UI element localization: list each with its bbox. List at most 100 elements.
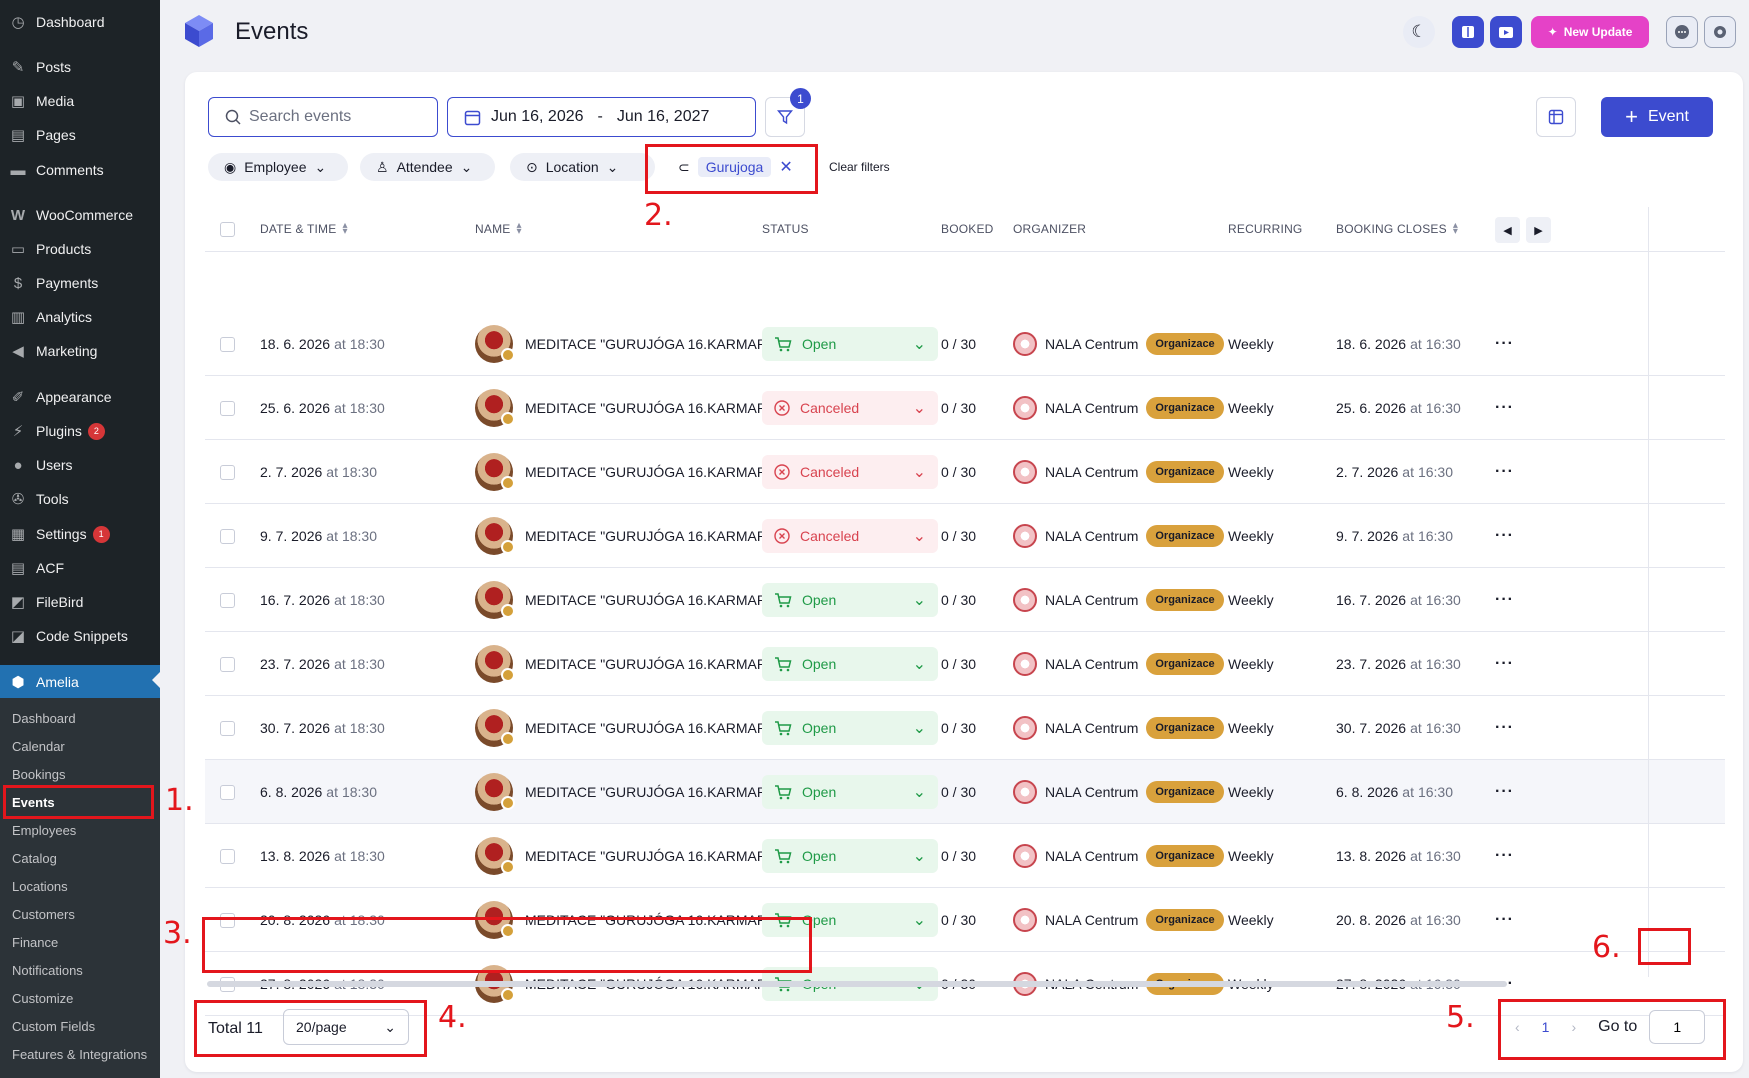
date-to[interactable]: Jun 16, 2027 (617, 108, 710, 126)
wp-menu-analytics[interactable]: ▥ Analytics (0, 302, 160, 332)
submenu-finance[interactable]: Finance (12, 935, 58, 950)
more-options-icon[interactable]: ··· (1495, 824, 1514, 888)
row-checkbox[interactable] (220, 312, 235, 376)
wp-menu-marketing[interactable]: ◀ Marketing (0, 336, 160, 366)
location-filter[interactable]: ⊙ Location ⌄ (510, 153, 655, 181)
table-row[interactable]: 16. 7. 2026 at 18:30 MEDITACE "GURUJÓGA 16.… (205, 568, 1725, 632)
status-dropdown[interactable]: Open⌄ (762, 647, 938, 681)
row-status[interactable]: Open⌄ (762, 760, 938, 824)
table-row[interactable]: 25. 6. 2026 at 18:30 MEDITACE "GURUJÓGA 16.… (205, 376, 1725, 440)
more-options-icon[interactable]: ··· (1495, 504, 1514, 568)
row-status[interactable]: Open⌄ (762, 312, 938, 376)
row-checkbox[interactable] (220, 568, 235, 632)
wp-menu-settings[interactable]: ▦ Settings 1 (0, 519, 160, 549)
wp-menu-code-snippets[interactable]: ◪ Code Snippets (0, 621, 160, 651)
wp-menu-filebird[interactable]: ◩ FileBird (0, 587, 160, 617)
employee-filter[interactable]: ◉ Employee ⌄ (208, 153, 348, 181)
wp-menu-dashboard[interactable]: ◷ Dashboard (0, 7, 160, 37)
row-checkbox[interactable] (220, 760, 235, 824)
attendee-filter[interactable]: ♙ Attendee ⌄ (360, 153, 495, 181)
submenu-bookings[interactable]: Bookings (12, 767, 65, 782)
wp-menu-plugins[interactable]: ⚡ Plugins 2 (0, 416, 160, 446)
row-checkbox[interactable] (220, 696, 235, 760)
scroll-right-arrow-icon[interactable]: ▶ (1526, 217, 1551, 243)
moon-icon[interactable]: ☾ (1403, 16, 1435, 48)
status-dropdown[interactable]: Open⌄ (762, 839, 938, 873)
chat-icon[interactable] (1666, 16, 1698, 48)
wp-menu-appearance[interactable]: ✐ Appearance (0, 382, 160, 412)
table-row[interactable]: 18. 6. 2026 at 18:30 MEDITACE "GURUJÓGA 16.… (205, 312, 1725, 376)
row-name[interactable]: MEDITACE "GURUJÓGA 16.KARMAPY" (475, 440, 781, 504)
row-name[interactable]: MEDITACE "GURUJÓGA 16.KARMAPY" (475, 376, 781, 440)
status-dropdown[interactable]: Canceled ⌄ (762, 391, 938, 425)
scroll-left-arrow-icon[interactable]: ◀ (1495, 217, 1520, 243)
table-columns-button[interactable] (1536, 97, 1576, 137)
status-dropdown[interactable]: Open⌄ (762, 711, 938, 745)
submenu-calendar[interactable]: Calendar (12, 739, 65, 754)
status-dropdown[interactable]: Open⌄ (762, 775, 938, 809)
row-status[interactable]: Open⌄ (762, 632, 938, 696)
row-name[interactable]: MEDITACE "GURUJÓGA 16.KARMAPY" (475, 568, 781, 632)
search-field[interactable] (208, 97, 438, 137)
submenu-notifications[interactable]: Notifications (12, 963, 83, 978)
row-checkbox[interactable] (220, 440, 235, 504)
row-checkbox[interactable] (220, 632, 235, 696)
status-dropdown[interactable]: Canceled ⌄ (762, 455, 938, 489)
row-status[interactable]: Open⌄ (762, 696, 938, 760)
more-options-icon[interactable]: ··· (1495, 312, 1514, 376)
column-name[interactable]: NAME ▴ ▾ (475, 207, 522, 251)
submenu-custom-fields[interactable]: Custom Fields (12, 1019, 95, 1034)
table-row[interactable]: 6. 8. 2026 at 18:30 MEDITACE "GURUJÓGA 16.K… (205, 760, 1725, 824)
row-status[interactable]: Canceled ⌄ (762, 504, 938, 568)
video-icon[interactable] (1490, 16, 1522, 48)
wp-menu-comments[interactable]: ▬ Comments (0, 155, 160, 185)
more-options-icon[interactable]: ··· (1495, 696, 1514, 760)
submenu-employees[interactable]: Employees (12, 823, 76, 838)
status-dropdown[interactable]: Canceled ⌄ (762, 519, 938, 553)
table-row[interactable]: 9. 7. 2026 at 18:30 MEDITACE "GURUJÓGA 16.K… (205, 504, 1725, 568)
submenu-catalog[interactable]: Catalog (12, 851, 57, 866)
more-options-icon[interactable]: ··· (1495, 888, 1514, 952)
more-options-icon[interactable]: ··· (1495, 376, 1514, 440)
select-all-checkbox[interactable] (220, 207, 235, 251)
submenu-customize[interactable]: Customize (12, 991, 73, 1006)
horizontal-scrollbar[interactable] (207, 981, 1507, 987)
wp-menu-products[interactable]: ▭ Products (0, 234, 160, 264)
table-row[interactable]: 2. 7. 2026 at 18:30 MEDITACE "GURUJÓGA 16.K… (205, 440, 1725, 504)
wp-menu-media[interactable]: ▣ Media (0, 86, 160, 116)
row-status[interactable]: Open⌄ (762, 824, 938, 888)
add-event-button[interactable]: + Event (1601, 97, 1713, 137)
date-range-picker[interactable]: Jun 16, 2026 - Jun 16, 2027 (447, 97, 756, 137)
clear-filters-link[interactable]: Clear filters (829, 160, 890, 174)
submenu-dashboard[interactable]: Dashboard (12, 711, 76, 726)
column-date-time[interactable]: DATE & TIME ▴ ▾ (260, 207, 348, 251)
row-status[interactable]: Open⌄ (762, 568, 938, 632)
wp-menu-acf[interactable]: ▤ ACF (0, 553, 160, 583)
row-status[interactable]: Canceled ⌄ (762, 440, 938, 504)
row-checkbox[interactable] (220, 504, 235, 568)
more-options-icon[interactable]: ··· (1495, 568, 1514, 632)
gear-icon[interactable] (1704, 16, 1736, 48)
submenu-locations[interactable]: Locations (12, 879, 68, 894)
date-from[interactable]: Jun 16, 2026 (491, 108, 584, 126)
table-row[interactable]: 13. 8. 2026 at 18:30 MEDITACE "GURUJÓGA 16.… (205, 824, 1725, 888)
search-input[interactable] (249, 108, 429, 126)
book-icon[interactable] (1452, 16, 1484, 48)
table-row[interactable]: 30. 7. 2026 at 18:30 MEDITACE "GURUJÓGA 16.… (205, 696, 1725, 760)
more-options-icon[interactable]: ··· (1495, 440, 1514, 504)
row-name[interactable]: MEDITACE "GURUJÓGA 16.KARMAPY" (475, 312, 781, 376)
status-dropdown[interactable]: Open⌄ (762, 583, 938, 617)
more-options-icon[interactable]: ··· (1495, 760, 1514, 824)
wp-menu-pages[interactable]: ▤ Pages (0, 120, 160, 150)
row-name[interactable]: MEDITACE "GURUJÓGA 16.KARMAPY" (475, 504, 781, 568)
new-update-button[interactable]: ✦ New Update (1531, 16, 1649, 48)
row-checkbox[interactable] (220, 824, 235, 888)
row-status[interactable]: Canceled ⌄ (762, 376, 938, 440)
table-row[interactable]: 23. 7. 2026 at 18:30 MEDITACE "GURUJÓGA 16.… (205, 632, 1725, 696)
wp-menu-posts[interactable]: ✎ Posts (0, 52, 160, 82)
row-checkbox[interactable] (220, 376, 235, 440)
submenu-customers[interactable]: Customers (12, 907, 75, 922)
wp-menu-amelia[interactable]: ⬢ Amelia (0, 665, 160, 698)
row-name[interactable]: MEDITACE "GURUJÓGA 16.KARMAPY" (475, 824, 781, 888)
status-dropdown[interactable]: Open⌄ (762, 327, 938, 361)
